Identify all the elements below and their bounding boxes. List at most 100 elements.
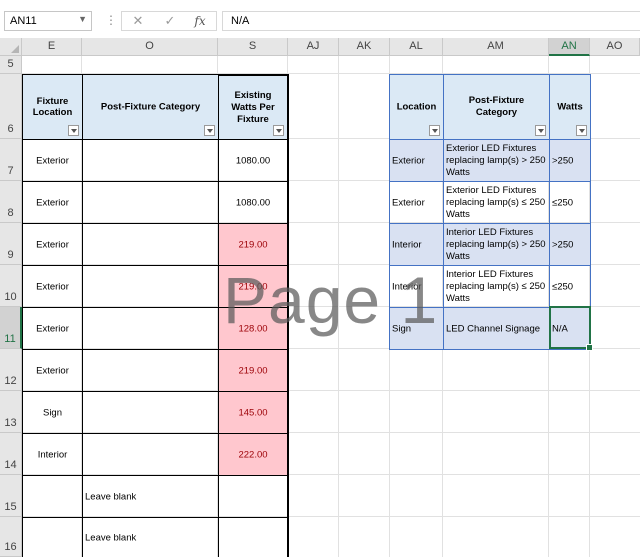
table-cell-category[interactable] (82, 223, 219, 266)
cell-text: Exterior (36, 323, 69, 334)
cell-text: >250 (552, 155, 574, 166)
column-header-al[interactable]: AL (390, 38, 443, 56)
column-header-am[interactable]: AM (443, 38, 549, 56)
row-header-8[interactable]: 8 (0, 181, 22, 223)
table-cell-location[interactable] (22, 517, 83, 557)
lookup-cell-category[interactable]: Exterior LED Fixtures replacing lamp(s) … (443, 181, 550, 224)
cell-text: 222.00 (238, 449, 268, 460)
table-cell-category[interactable] (82, 433, 219, 476)
row-number: 14 (4, 459, 17, 471)
filter-dropdown-icon[interactable] (204, 125, 215, 136)
cell-text: Interior LED Fixtures replacing lamp(s) … (446, 268, 546, 304)
table-cell-location[interactable]: Exterior (22, 265, 83, 308)
table-cell-location[interactable] (22, 475, 83, 518)
filter-dropdown-icon[interactable] (429, 125, 440, 136)
formula-input[interactable]: N/A (222, 11, 640, 31)
table-cell-category[interactable]: Leave blank (82, 475, 219, 518)
table-cell-watts[interactable]: 1080.00 (218, 139, 289, 182)
row-header-12[interactable]: 12 (0, 349, 22, 391)
table-cell-watts[interactable]: 219.00 (218, 349, 289, 392)
table-cell-location[interactable]: Exterior (22, 181, 83, 224)
table-cell-watts[interactable]: 1080.00 (218, 181, 289, 224)
row-number: 16 (4, 541, 17, 553)
table-cell-category[interactable]: Leave blank (82, 517, 219, 557)
table-cell-location[interactable]: Exterior (22, 223, 83, 266)
row-header-13[interactable]: 13 (0, 391, 22, 433)
table-cell-watts[interactable] (218, 517, 289, 557)
lookup-cell-watts[interactable]: ≤250 (549, 265, 591, 308)
table-cell-location[interactable]: Exterior (22, 139, 83, 182)
lookup-cell-location[interactable]: Interior (389, 265, 444, 308)
column-header-ak[interactable]: AK (339, 38, 390, 56)
column-header-o[interactable]: O (82, 38, 218, 56)
cell-text: 219.00 (238, 239, 268, 250)
lookup-cell-location[interactable]: Interior (389, 223, 444, 266)
row-header-6[interactable]: 6 (0, 74, 22, 139)
table-cell-location[interactable]: Sign (22, 391, 83, 434)
select-all-button[interactable] (0, 38, 22, 56)
table-cell-category[interactable] (82, 307, 219, 350)
lookup-cell-category[interactable]: Exterior LED Fixtures replacing lamp(s) … (443, 139, 550, 182)
row-header-15[interactable]: 15 (0, 475, 22, 517)
column-header-aj[interactable]: AJ (288, 38, 339, 56)
row-number: 11 (4, 333, 16, 345)
table-cell-category[interactable] (82, 139, 219, 182)
column-header-e[interactable]: E (22, 38, 82, 56)
lookup-cell-location[interactable]: Exterior (389, 139, 444, 182)
filter-dropdown-icon[interactable] (576, 125, 587, 136)
name-box[interactable]: AN11 ▼ (4, 11, 92, 31)
column-header-s[interactable]: S (218, 38, 288, 56)
table-cell-watts[interactable]: 219.00 (218, 265, 289, 308)
header-post-fixture-category[interactable]: Post-Fixture Category (82, 74, 219, 140)
header-fixture-location[interactable]: Fixture Location (22, 74, 83, 140)
lookup-cell-location[interactable]: Sign (389, 307, 444, 350)
filter-dropdown-icon[interactable] (273, 125, 284, 136)
table-cell-watts[interactable] (218, 475, 289, 518)
cell-text: ≤250 (552, 281, 574, 292)
lookup-cell-watts[interactable]: ≤250 (549, 181, 591, 224)
cell-text: 1080.00 (235, 155, 271, 166)
lookup-cell-location[interactable]: Exterior (389, 181, 444, 224)
row-header-16[interactable]: 16 (0, 517, 22, 557)
table-cell-watts[interactable]: 128.00 (218, 307, 289, 350)
header-location[interactable]: Location (389, 74, 444, 140)
lookup-cell-watts[interactable]: >250 (549, 223, 591, 266)
header-label: Existing Watts Per Fixture (231, 89, 275, 125)
row-number: 12 (4, 375, 17, 387)
header-label: Watts (557, 101, 583, 113)
row-header-11[interactable]: 11 (0, 307, 22, 349)
filter-dropdown-icon[interactable] (68, 125, 79, 136)
header-existing-watts[interactable]: Existing Watts Per Fixture (218, 74, 289, 140)
column-header-ao[interactable]: AO (590, 38, 640, 56)
lookup-cell-category[interactable]: LED Channel Signage (443, 307, 550, 350)
table-cell-category[interactable] (82, 391, 219, 434)
table-cell-location[interactable]: Exterior (22, 307, 83, 350)
lookup-cell-watts[interactable]: >250 (549, 139, 591, 182)
lookup-cell-category[interactable]: Interior LED Fixtures replacing lamp(s) … (443, 265, 550, 308)
cell-text: ≤250 (552, 197, 574, 208)
table-cell-watts[interactable]: 222.00 (218, 433, 289, 476)
column-header-an[interactable]: AN (549, 38, 590, 56)
table-cell-watts[interactable]: 219.00 (218, 223, 289, 266)
table-cell-category[interactable] (82, 349, 219, 392)
active-cell-selection[interactable] (549, 306, 593, 351)
more-options-icon[interactable]: ⋮ (105, 11, 117, 31)
lookup-cell-category[interactable]: Interior LED Fixtures replacing lamp(s) … (443, 223, 550, 266)
cancel-icon[interactable]: ✕ (126, 12, 150, 30)
chevron-down-icon[interactable]: ▼ (78, 14, 87, 24)
enter-icon[interactable]: ✓ (158, 12, 182, 30)
row-header-10[interactable]: 10 (0, 265, 22, 307)
table-cell-location[interactable]: Exterior (22, 349, 83, 392)
row-header-7[interactable]: 7 (0, 139, 22, 181)
table-cell-category[interactable] (82, 181, 219, 224)
row-header-5[interactable]: 5 (0, 56, 22, 74)
filter-dropdown-icon[interactable] (535, 125, 546, 136)
header-post-fixture-category[interactable]: Post-Fixture Category (443, 74, 550, 140)
insert-function-icon[interactable]: fx (188, 12, 212, 30)
row-header-14[interactable]: 14 (0, 433, 22, 475)
table-cell-location[interactable]: Interior (22, 433, 83, 476)
row-header-9[interactable]: 9 (0, 223, 22, 265)
table-cell-watts[interactable]: 145.00 (218, 391, 289, 434)
table-cell-category[interactable] (82, 265, 219, 308)
header-watts[interactable]: Watts (549, 74, 591, 140)
